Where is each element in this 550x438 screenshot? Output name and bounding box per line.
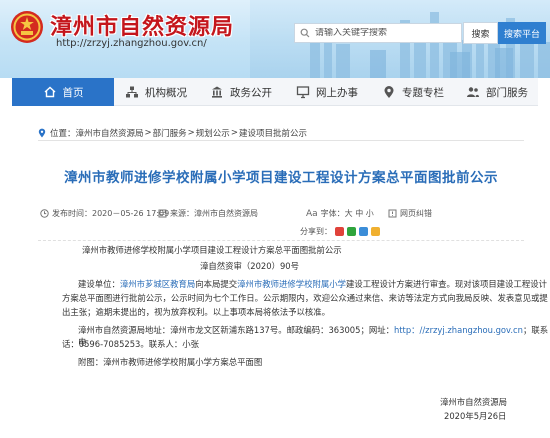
search-box [294, 23, 462, 43]
home-icon [43, 85, 57, 99]
article-top-border [38, 140, 524, 141]
breadcrumb-separator: > [144, 128, 152, 138]
nav-item-home[interactable]: 首页 [12, 78, 114, 106]
font-size-control[interactable]: Aa 字体：大 中 小 [306, 208, 374, 219]
nav-item-online-service[interactable]: 网上办事 [284, 78, 370, 106]
breadcrumb-link[interactable]: 规划公示 [196, 127, 230, 139]
people-icon [466, 85, 480, 99]
national-emblem-logo [11, 11, 43, 43]
source-icon [158, 209, 167, 218]
nav-item-label: 网上办事 [316, 86, 358, 99]
font-size-icon: Aa [306, 208, 318, 219]
location-icon [38, 128, 46, 138]
breadcrumb-separator: > [230, 128, 238, 138]
search-icon [295, 24, 315, 42]
article-title: 漳州市教师进修学校附属小学项目建设工程设计方案总平面图批前公示 [64, 170, 498, 186]
nav-item-org[interactable]: 机构概况 [114, 78, 198, 106]
search-platform-button[interactable]: 搜索平台 [498, 22, 546, 44]
main-nav: 首页 机构概况 政务公开 网上办事 专题专栏 部门服务 [12, 78, 538, 106]
nav-item-label: 部门服务 [486, 86, 528, 99]
breadcrumb-prefix: 位置： [50, 129, 76, 139]
nav-item-label: 首页 [62, 86, 84, 99]
site-header: 漳州市自然资源局 http://zrzyj.zhangzhou.gov.cn/ … [0, 0, 550, 78]
breadcrumb: 位置： 漳州市自然资源局 > 部门服务 > 规划公示 > 建设项目批前公示 [38, 127, 307, 139]
breadcrumb-separator: > [187, 128, 195, 138]
article-source: 来源： 漳州市自然资源局 [158, 208, 258, 219]
clock-icon [40, 209, 49, 218]
breadcrumb-link[interactable]: 部门服务 [153, 127, 187, 139]
signature: 漳州市自然资源局 [440, 397, 507, 407]
content-divider [38, 240, 524, 241]
article-meta: 发布时间： 2020－05-26 17:09 来源： 漳州市自然资源局 Aa 字体：… [40, 208, 524, 222]
para1-line3: 出主张；逾期未提出的，视为放弃权利。以上事项本局将依法予以核准。 [62, 307, 330, 317]
site-title[interactable]: 漳州市自然资源局 [50, 9, 234, 41]
para1-line1: 建设单位：漳州市芗城区教育局向本局提交漳州市教师进修学校附属小学建设工程设计方案… [78, 279, 547, 289]
nav-item-label: 专题专栏 [402, 86, 444, 99]
gov-open-icon [210, 85, 224, 99]
publish-date: 发布时间： 2020－05-26 17:09 [40, 208, 169, 219]
report-icon [388, 209, 397, 218]
nav-item-dept-service[interactable]: 部门服务 [456, 78, 538, 106]
nav-item-gov-open[interactable]: 政务公开 [198, 78, 284, 106]
qq-share-icon[interactable] [371, 227, 380, 236]
site-url: http://zrzyj.zhangzhou.gov.cn/ [56, 38, 207, 49]
breadcrumb-link[interactable]: 建设项目批前公示 [239, 127, 307, 139]
search-button[interactable]: 搜索 [463, 22, 498, 44]
nav-item-special-topics[interactable]: 专题专栏 [370, 78, 456, 106]
pin-icon [382, 85, 396, 99]
search-input[interactable] [315, 28, 455, 38]
unit-link[interactable]: 漳州市芗城区教育局 [120, 279, 195, 289]
qzone-share-icon[interactable] [359, 227, 368, 236]
weibo-share-icon[interactable] [335, 227, 344, 236]
para1-line2: 方案总平面图进行批前公示，公示时间为七个工作日。公示期限内，欢迎公众通过来信、来… [62, 293, 548, 303]
monitor-icon [296, 85, 310, 99]
breadcrumb-link[interactable]: 漳州市自然资源局 [76, 127, 144, 139]
sign-date: 2020年5月26日 [444, 411, 507, 421]
attachment-note: 附图：漳州市教师进修学校附属小学方案总平面图 [78, 357, 263, 367]
project-link[interactable]: 漳州市教师进修学校附属小学 [237, 279, 346, 289]
para2-line2: 话：0596-7085253。联系人：小张 [62, 339, 200, 349]
nav-item-label: 政务公开 [230, 86, 272, 99]
doc-number: 漳自然资审（2020）90号 [200, 261, 299, 271]
notice-heading: 漳州市教师进修学校附属小学项目建设工程设计方案总平面图批前公示 [82, 245, 342, 255]
nav-item-label: 机构概况 [145, 86, 187, 99]
wechat-share-icon[interactable] [347, 227, 356, 236]
error-report-link[interactable]: 网页纠错 [388, 208, 432, 219]
share-bar: 分享到： [300, 226, 380, 237]
site-link[interactable]: http：//zrzyj.zhangzhou.gov.cn [394, 325, 523, 335]
org-chart-icon [125, 85, 139, 99]
